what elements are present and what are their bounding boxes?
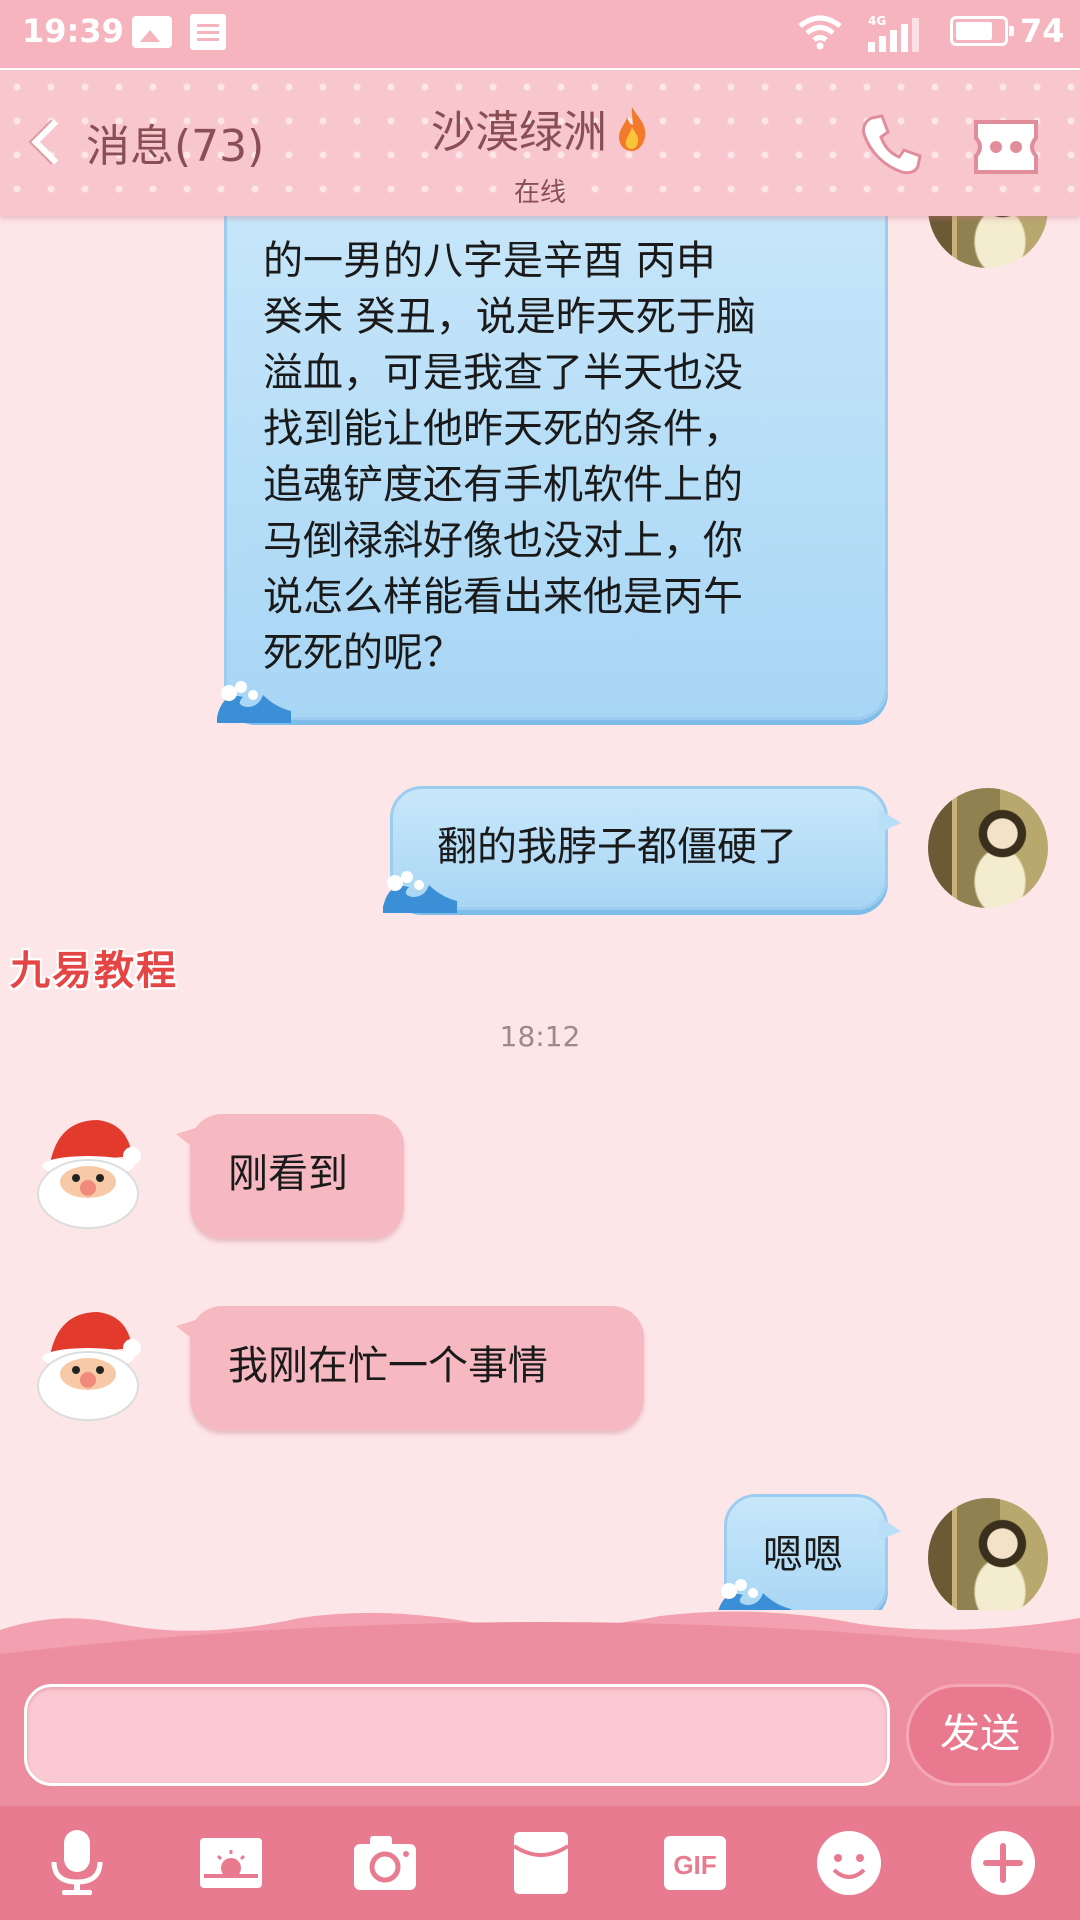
avatar[interactable] (928, 788, 1048, 908)
microphone-icon[interactable] (42, 1828, 112, 1898)
incoming-message[interactable]: 我刚在忙一个事情 (176, 1306, 644, 1430)
status-time: 19:39 (22, 12, 124, 50)
plus-icon[interactable] (968, 1828, 1038, 1898)
avatar[interactable] (928, 1498, 1048, 1610)
emoji-icon[interactable] (814, 1828, 884, 1898)
document-notification-icon (190, 14, 226, 50)
svg-text:GIF: GIF (673, 1850, 716, 1880)
message-line: 癸未 癸丑，说是昨天死于脑 (263, 294, 756, 340)
status-bar: 19:39 4G 74 (0, 0, 1080, 68)
message-line: 溢血，可是我查了半天也没 (263, 350, 743, 396)
battery-icon (950, 16, 1014, 46)
contact-name: 沙漠绿洲 (431, 107, 607, 158)
chat-header: 消息(73) 沙漠绿洲 在线 (0, 68, 1080, 216)
profile-card-icon[interactable] (970, 116, 1042, 178)
message-text: 翻的我脖子都僵硬了 (437, 824, 797, 870)
red-envelope-icon[interactable] (506, 1828, 576, 1898)
outgoing-message[interactable]: 的一男的八字是辛酉 丙申 癸未 癸丑，说是昨天死于脑 溢血，可是我查了半天也没 … (217, 214, 888, 723)
composer: 发送 GIF (0, 1610, 1080, 1920)
incoming-message[interactable]: 刚看到 (176, 1114, 404, 1238)
flame-icon (619, 107, 646, 151)
wave-icon (383, 871, 457, 913)
message-list[interactable]: 的一男的八字是辛酉 丙申 癸未 癸丑，说是昨天死于脑 溢血，可是我查了半天也没 … (0, 214, 1080, 1610)
message-line: 的一男的八字是辛酉 丙申 (263, 238, 716, 284)
camera-icon[interactable] (350, 1828, 420, 1898)
send-button[interactable]: 发送 (906, 1684, 1054, 1786)
message-line: 马倒禄斜好像也没对上，你 (263, 518, 743, 564)
santa-avatar-icon[interactable] (28, 1110, 148, 1230)
wave-icon (217, 681, 291, 723)
santa-avatar-icon[interactable] (28, 1302, 148, 1422)
message-line: 说怎么样能看出来他是丙午 (263, 574, 743, 620)
message-line: 死死的呢？ (263, 630, 463, 676)
picture-icon[interactable] (196, 1828, 266, 1898)
message-input[interactable] (24, 1684, 890, 1786)
message-text: 我刚在忙一个事情 (228, 1343, 548, 1389)
watermark: 九易教程 (10, 948, 178, 994)
outgoing-message[interactable]: 嗯嗯 (718, 1494, 901, 1610)
message-line: 找到能让他昨天死的条件， (263, 406, 743, 452)
message-text: 刚看到 (228, 1151, 348, 1197)
gif-icon[interactable]: GIF (660, 1828, 730, 1898)
wave-icon (718, 1579, 791, 1610)
outgoing-message[interactable]: 翻的我脖子都僵硬了 (383, 786, 901, 913)
timestamp: 18:12 (499, 1020, 581, 1053)
phone-icon[interactable] (858, 112, 924, 178)
avatar[interactable] (928, 214, 1048, 268)
image-notification-icon (132, 16, 172, 48)
signal-icon: 4G (868, 14, 922, 52)
wifi-icon (798, 15, 842, 50)
battery-level: 74 (1020, 12, 1065, 50)
message-line: 追魂铲度还有手机软件上的 (263, 462, 743, 508)
